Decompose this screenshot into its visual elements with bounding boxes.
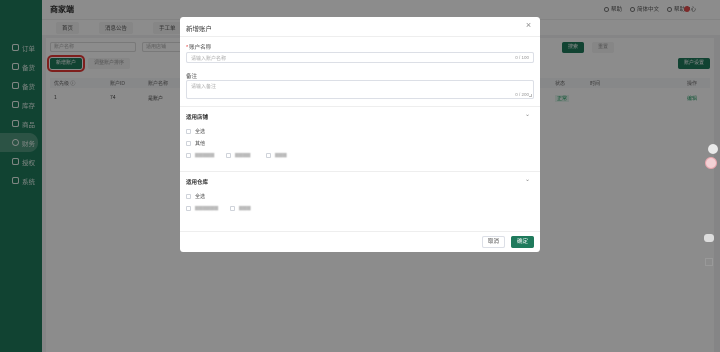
warehouse-select-all-checkbox[interactable]: 全选 [186,193,205,200]
modal-divider [180,36,540,37]
required-mark: * [186,45,189,51]
store-blurred-checkbox-3[interactable]: ▆▆▆ [266,152,287,158]
warehouse-section-title: 适用仓库 [186,180,209,186]
blurred-label: ▆▆▆▆▆▆ [195,205,219,211]
checkbox-box [186,205,191,211]
cancel-button[interactable]: 取消 [481,236,505,248]
checkbox-label: 其他 [195,141,206,147]
modal-title: 新增账户 [186,26,212,33]
close-icon[interactable]: × [524,21,533,30]
remark-label: 备注 [186,74,198,80]
checkbox-box [186,129,191,134]
section-divider [180,171,540,172]
chevron-down-icon[interactable]: ⌄ [525,176,530,183]
remark-textarea[interactable]: 请输入备注 0 / 200 [186,80,534,99]
remark-placeholder: 请输入备注 [191,84,217,90]
store-other-checkbox[interactable]: 其他 [186,140,205,147]
account-name-input[interactable]: 请输入账户名称 0 / 100 [186,52,534,63]
account-name-label: *账户名称 [186,45,212,51]
store-blurred-checkbox-1[interactable]: ▆▆▆▆▆ [186,152,214,158]
warehouse-blurred-checkbox-1[interactable]: ▆▆▆▆▆▆ [186,205,218,211]
float-widget-icon[interactable] [708,144,718,154]
blurred-label: ▆▆▆ [239,205,251,211]
confirm-button[interactable]: 确定 [510,236,534,248]
remark-count: 0 / 200 [515,92,529,97]
checkbox-box [186,141,191,146]
checkbox-box [230,205,235,211]
checkbox-box [186,194,191,199]
footer-divider [180,231,540,232]
checkbox-box [186,152,191,158]
chevron-down-icon[interactable]: ⌄ [525,111,530,118]
section-divider [180,106,540,107]
blurred-label: ▆▆▆ [275,152,287,158]
checkbox-label: 全选 [195,129,206,135]
assistant-icon[interactable] [705,157,717,169]
store-section-title: 适用店铺 [186,115,209,121]
blurred-label: ▆▆▆▆▆ [195,152,215,158]
checkbox-label: 全选 [195,194,206,200]
account-name-placeholder: 请输入账户名称 [191,56,227,62]
warehouse-blurred-checkbox-2[interactable]: ▆▆▆ [230,205,251,211]
expand-icon[interactable] [705,258,713,266]
add-account-modal: 新增账户 × *账户名称 请输入账户名称 0 / 100 备注 请输入备注 0 … [180,17,540,252]
account-name-count: 0 / 100 [515,55,529,60]
chat-icon[interactable] [704,234,714,242]
store-select-all-checkbox[interactable]: 全选 [186,128,205,135]
checkbox-box [226,152,231,158]
checkbox-box [266,152,271,158]
resize-handle[interactable] [529,94,532,97]
store-blurred-checkbox-2[interactable]: ▆▆▆▆ [226,152,250,158]
blurred-label: ▆▆▆▆ [235,152,251,158]
